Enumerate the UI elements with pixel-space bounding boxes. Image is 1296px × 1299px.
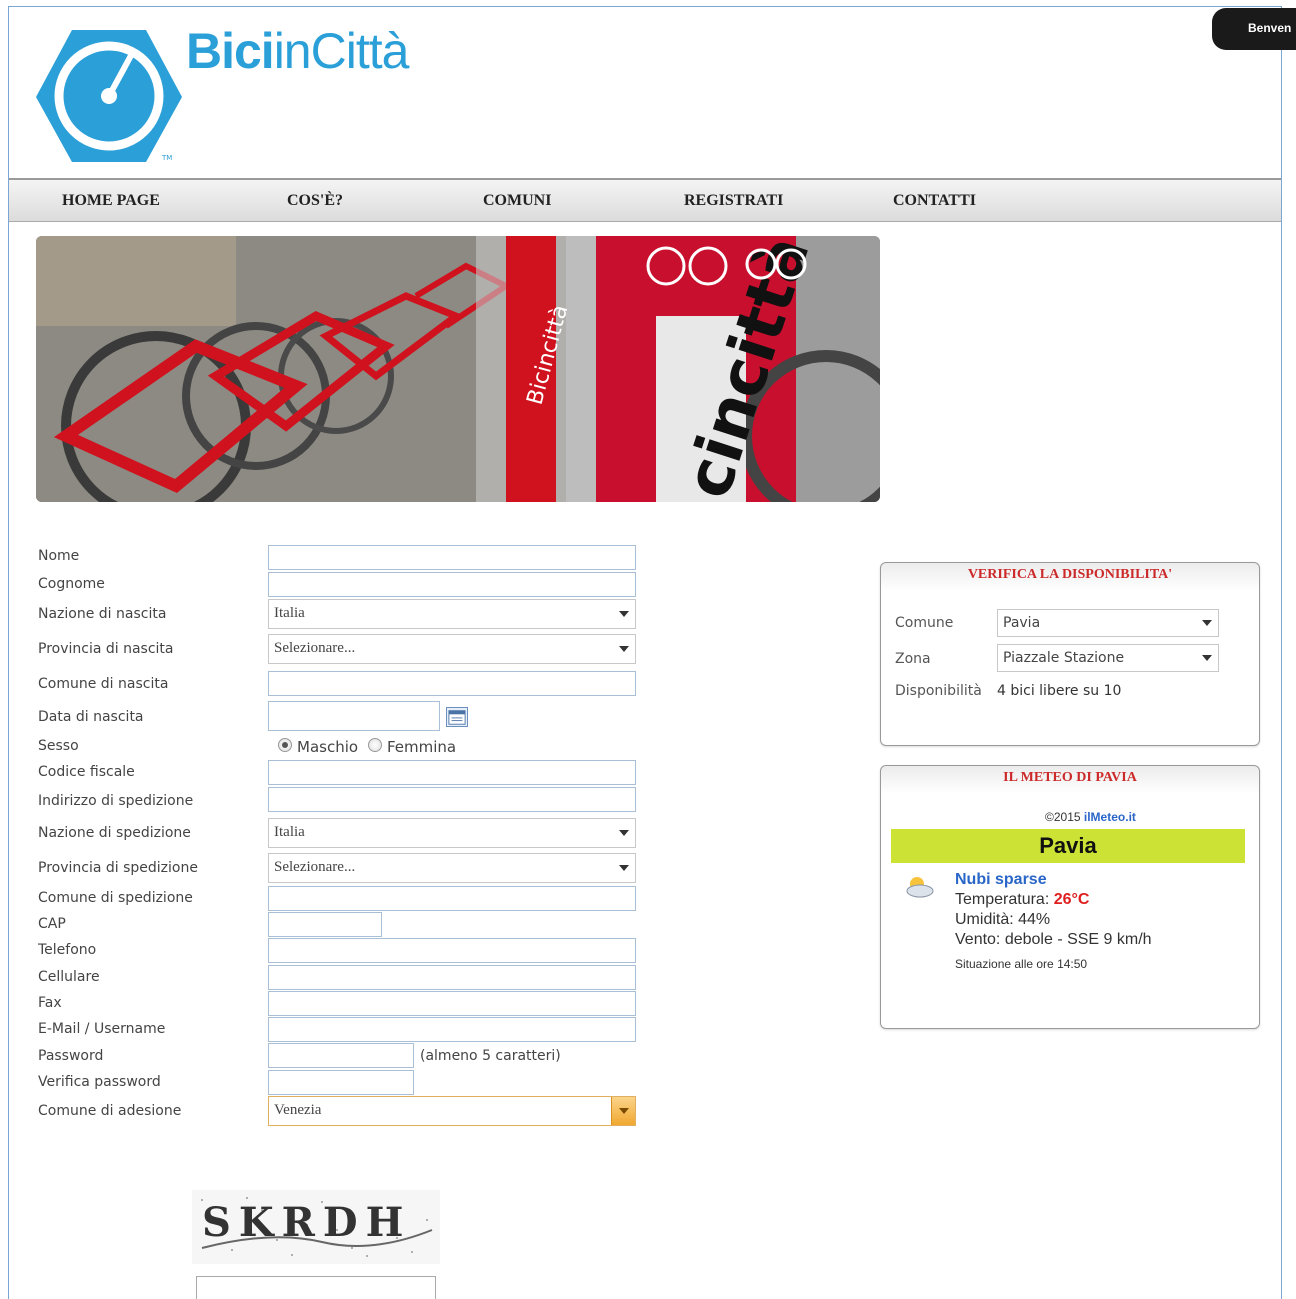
label-nazione-nascita: Nazione di nascita [38,606,167,622]
chevron-down-icon [619,830,629,836]
nav-registrati[interactable]: REGISTRATI [684,192,783,210]
availability-disp-label: Disponibilità [895,683,982,699]
comune-spedizione-input[interactable] [268,886,636,911]
provincia-spedizione-select[interactable]: Selezionare... [268,853,636,883]
main-nav: HOME PAGE COS'È? COMUNI REGISTRATI CONTA… [9,178,1281,222]
availability-title: VERIFICA LA DISPONIBILITA' [967,567,1173,582]
indirizzo-input[interactable] [268,787,636,812]
meteo-box: IL METEO DI PAVIA ©2015 ilMeteo.it Pavia… [880,765,1260,1029]
meteo-temperature: Temperatura: 26°C [955,891,1090,908]
welcome-tab[interactable]: Benven [1212,8,1296,50]
label-cellulare: Cellulare [38,969,100,985]
label-comune-adesione: Comune di adesione [38,1103,182,1119]
label-comune-nascita: Comune di nascita [38,676,169,692]
label-data-nascita: Data di nascita [38,709,144,725]
label-cognome: Cognome [38,576,105,592]
chevron-down-icon [619,611,629,617]
chevron-down-icon [619,865,629,871]
nav-comuni[interactable]: COMUNI [483,192,551,210]
availability-zona-select[interactable]: Piazzale Stazione [997,644,1219,672]
meteo-copyright: ©2015 ilMeteo.it [1045,810,1136,824]
captcha-input[interactable] [196,1276,436,1299]
nome-input[interactable] [268,545,636,570]
label-provincia-nascita: Provincia di nascita [38,641,174,657]
label-comune-spedizione: Comune di spedizione [38,890,193,906]
label-nazione-spedizione: Nazione di spedizione [38,825,191,841]
label-nome: Nome [38,548,80,564]
availability-box: VERIFICA LA DISPONIBILITA' Comune Pavia … [880,562,1260,746]
captcha-text: SKRDH [202,1199,411,1246]
meteo-humidity: Umidità: 44% [955,911,1051,928]
radio-femmina[interactable] [368,738,382,752]
telefono-input[interactable] [268,938,636,963]
nav-cose[interactable]: COS'È? [287,192,343,210]
meteo-updated: Situazione alle ore 14:50 [955,957,1088,971]
label-cap: CAP [38,916,66,932]
availability-disp-value: 4 bici libere su 10 [997,683,1122,699]
fax-input[interactable] [268,991,636,1016]
chevron-down-icon [1202,655,1212,661]
password-hint: (almeno 5 caratteri) [420,1048,561,1064]
meteo-condition[interactable]: Nubi sparse [955,870,1152,890]
bikes-banner-image: Bicincittà cincittà [36,236,880,502]
nav-home[interactable]: HOME PAGE [62,192,160,210]
meteo-wind: Vento: debole - SSE 9 km/h [955,931,1152,948]
label-telefono: Telefono [38,942,97,958]
chevron-down-icon [619,1108,629,1114]
comune-adesione-select[interactable]: Venezia [268,1096,636,1126]
label-fax: Fax [38,995,62,1011]
nazione-spedizione-select[interactable]: Italia [268,818,636,848]
provincia-nascita-select[interactable]: Selezionare... [268,634,636,664]
cognome-input[interactable] [268,572,636,597]
brand-name: BiciinCittà [186,23,409,79]
radio-maschio[interactable] [278,738,292,752]
cellulare-input[interactable] [268,965,636,990]
meteo-city: Pavia [891,829,1245,863]
nazione-nascita-select[interactable]: Italia [268,599,636,629]
password-input[interactable] [268,1043,414,1068]
label-provincia-spedizione: Provincia di spedizione [38,860,198,876]
availability-comune-select[interactable]: Pavia [997,609,1219,637]
meteo-title: IL METEO DI PAVIA [1003,770,1137,785]
chevron-down-icon [1202,620,1212,626]
email-input[interactable] [268,1017,636,1042]
verifica-password-input[interactable] [268,1070,414,1095]
label-sesso: Sesso [38,738,79,754]
calendar-icon[interactable] [446,707,468,727]
ilmeteo-link[interactable]: ilMeteo.it [1084,810,1136,824]
radio-femmina-label: Femmina [387,738,457,756]
radio-maschio-label: Maschio [297,738,359,756]
cloudy-sun-icon [906,877,934,898]
label-email: E-Mail / Username [38,1021,166,1037]
label-codice-fiscale: Codice fiscale [38,764,135,780]
svg-text:TM: TM [161,154,172,162]
availability-comune-label: Comune [895,615,954,631]
bicincitta-logo: TM [36,30,182,162]
nav-contatti[interactable]: CONTATTI [893,192,976,210]
label-password: Password [38,1048,104,1064]
label-indirizzo: Indirizzo di spedizione [38,793,194,809]
comune-nascita-input[interactable] [268,671,636,696]
label-verifica-password: Verifica password [38,1074,161,1090]
dropdown-button[interactable] [611,1097,635,1125]
captcha-image: SKRDH [192,1190,440,1264]
codice-fiscale-input[interactable] [268,760,636,785]
data-nascita-input[interactable] [268,701,440,731]
availability-zona-label: Zona [895,651,931,667]
cap-input[interactable] [268,912,382,937]
chevron-down-icon [619,646,629,652]
